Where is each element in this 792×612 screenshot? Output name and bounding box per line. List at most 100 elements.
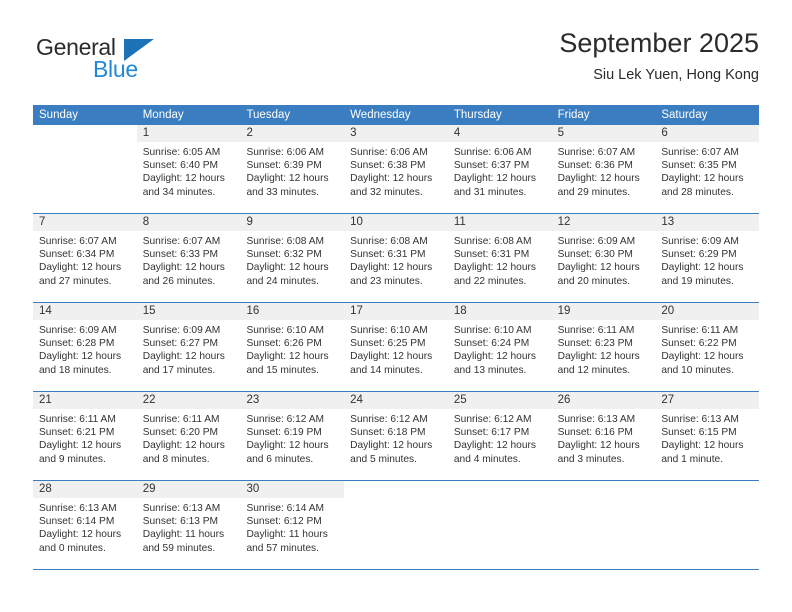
day-sun-info: Sunrise: 6:08 AM Sunset: 6:31 PM Daylight:…: [344, 231, 448, 288]
daylight-text-line2: and 23 minutes.: [350, 275, 423, 287]
day-cell[interactable]: 23 Sunrise: 6:12 AM Sunset: 6:19 PM Dayligh…: [240, 392, 345, 480]
day-cell[interactable]: 11 Sunrise: 6:08 AM Sunset: 6:31 PM Dayligh…: [447, 214, 552, 302]
daylight-text-line2: and 14 minutes.: [350, 364, 423, 376]
sunrise-text: Sunrise: 6:05 AM: [142, 147, 221, 158]
day-cell[interactable]: 14 Sunrise: 6:09 AM Sunset: 6:28 PM Dayligh…: [33, 303, 137, 391]
day-number: 27: [655, 392, 760, 409]
sunset-text: Sunset: 6:12 PM: [246, 516, 322, 528]
day-sun-info: Sunrise: 6:09 AM Sunset: 6:29 PM Daylight:…: [655, 231, 759, 288]
day-number: 7: [33, 214, 137, 231]
day-cell[interactable]: 4 Sunrise: 6:06 AM Sunset: 6:37 PM Daylight…: [447, 125, 552, 213]
daylight-text-line1: Daylight: 12 hours: [246, 440, 329, 452]
sunset-text: Sunset: 6:20 PM: [142, 427, 219, 439]
day-number: 5: [551, 125, 656, 142]
calendar-weeks: 1 Sunrise: 6:05 AM Sunset: 6:40 PM Daylight…: [33, 125, 760, 570]
day-cell[interactable]: 24 Sunrise: 6:12 AM Sunset: 6:18 PM Dayligh…: [344, 392, 448, 480]
sunrise-text: Sunrise: 6:09 AM: [39, 325, 117, 336]
day-cell[interactable]: 6 Sunrise: 6:07 AM Sunset: 6:35 PM Daylight…: [655, 125, 760, 213]
day-number: 16: [240, 303, 345, 320]
sunset-text: Sunset: 6:17 PM: [453, 427, 530, 439]
sunrise-text: Sunrise: 6:08 AM: [453, 236, 532, 247]
day-cell-empty: [33, 125, 137, 213]
sunset-text: Sunset: 6:40 PM: [142, 160, 219, 172]
day-number: [33, 125, 137, 142]
sunset-text: Sunset: 6:15 PM: [661, 427, 737, 439]
day-cell[interactable]: 26 Sunrise: 6:13 AM Sunset: 6:16 PM Dayligh…: [551, 392, 656, 480]
sunrise-text: Sunrise: 6:13 AM: [557, 414, 636, 425]
day-sun-info: Sunrise: 6:13 AM Sunset: 6:15 PM Daylight:…: [655, 409, 759, 466]
day-cell[interactable]: 27 Sunrise: 6:13 AM Sunset: 6:15 PM Dayligh…: [655, 392, 760, 480]
sunset-text: Sunset: 6:29 PM: [661, 249, 737, 261]
sunset-text: Sunset: 6:30 PM: [557, 249, 633, 261]
day-cell[interactable]: 9 Sunrise: 6:08 AM Sunset: 6:32 PM Daylight…: [240, 214, 345, 302]
daylight-text-line2: and 5 minutes.: [350, 453, 417, 465]
sunrise-text: Sunrise: 6:14 AM: [246, 503, 325, 514]
day-cell[interactable]: 2 Sunrise: 6:06 AM Sunset: 6:39 PM Daylight…: [240, 125, 345, 213]
day-cell[interactable]: 17 Sunrise: 6:10 AM Sunset: 6:25 PM Dayligh…: [344, 303, 448, 391]
day-cell[interactable]: 20 Sunrise: 6:11 AM Sunset: 6:22 PM Dayligh…: [655, 303, 760, 391]
daylight-text-line2: and 1 minute.: [661, 453, 724, 465]
day-cell[interactable]: 22 Sunrise: 6:11 AM Sunset: 6:20 PM Dayligh…: [136, 392, 241, 480]
daylight-text-line1: Daylight: 12 hours: [661, 440, 744, 452]
weekday-header-row: Sunday Monday Tuesday Wednesday Thursday Frid…: [33, 105, 759, 125]
page-title: September 2025: [559, 28, 759, 58]
day-sun-info: Sunrise: 6:07 AM Sunset: 6:36 PM Daylight:…: [552, 142, 656, 199]
day-cell[interactable]: 16 Sunrise: 6:10 AM Sunset: 6:26 PM Dayligh…: [240, 303, 345, 391]
day-number: [344, 481, 448, 498]
day-cell[interactable]: 12 Sunrise: 6:09 AM Sunset: 6:30 PM Dayligh…: [551, 214, 656, 302]
sunset-text: Sunset: 6:23 PM: [557, 338, 633, 350]
day-number: 28: [33, 481, 137, 498]
day-number: 10: [344, 214, 448, 231]
sunrise-text: Sunrise: 6:07 AM: [557, 147, 636, 158]
daylight-text-line1: Daylight: 12 hours: [142, 351, 225, 363]
daylight-text-line1: Daylight: 12 hours: [39, 440, 122, 452]
day-cell[interactable]: 25 Sunrise: 6:12 AM Sunset: 6:17 PM Dayligh…: [447, 392, 552, 480]
daylight-text-line1: Daylight: 12 hours: [557, 440, 640, 452]
sunset-text: Sunset: 6:38 PM: [350, 160, 426, 172]
day-cell[interactable]: 8 Sunrise: 6:07 AM Sunset: 6:33 PM Daylight…: [136, 214, 241, 302]
sunset-text: Sunset: 6:26 PM: [246, 338, 322, 350]
day-cell[interactable]: 10 Sunrise: 6:08 AM Sunset: 6:31 PM Dayligh…: [344, 214, 448, 302]
day-sun-info: Sunrise: 6:06 AM Sunset: 6:38 PM Daylight:…: [344, 142, 448, 199]
day-sun-info: Sunrise: 6:07 AM Sunset: 6:35 PM Daylight:…: [655, 142, 759, 199]
daylight-text-line1: Daylight: 12 hours: [453, 440, 536, 452]
day-number: 24: [344, 392, 448, 409]
day-number: 4: [447, 125, 552, 142]
day-sun-info: Sunrise: 6:07 AM Sunset: 6:33 PM Daylight:…: [137, 231, 241, 288]
daylight-text-line2: and 9 minutes.: [39, 453, 106, 465]
day-number: 19: [551, 303, 656, 320]
day-cell-empty: [344, 481, 448, 569]
day-cell[interactable]: 21 Sunrise: 6:11 AM Sunset: 6:21 PM Dayligh…: [33, 392, 137, 480]
day-cell[interactable]: 15 Sunrise: 6:09 AM Sunset: 6:27 PM Dayligh…: [136, 303, 241, 391]
daylight-text-line1: Daylight: 12 hours: [142, 440, 225, 452]
daylight-text-line2: and 20 minutes.: [557, 275, 631, 287]
day-cell[interactable]: 18 Sunrise: 6:10 AM Sunset: 6:24 PM Dayligh…: [447, 303, 552, 391]
calendar-week-row: 7 Sunrise: 6:07 AM Sunset: 6:34 PM Daylight…: [33, 214, 760, 303]
sunset-text: Sunset: 6:21 PM: [39, 427, 115, 439]
day-sun-info: Sunrise: 6:09 AM Sunset: 6:27 PM Daylight:…: [137, 320, 241, 377]
day-number: 3: [344, 125, 448, 142]
title-block: September 2025 Siu Lek Yuen, Hong Kong: [559, 26, 759, 86]
sunset-text: Sunset: 6:37 PM: [453, 160, 530, 172]
day-cell[interactable]: 3 Sunrise: 6:06 AM Sunset: 6:38 PM Daylight…: [344, 125, 448, 213]
sunset-text: Sunset: 6:16 PM: [557, 427, 633, 439]
day-sun-info: Sunrise: 6:09 AM Sunset: 6:28 PM Daylight:…: [33, 320, 137, 377]
sunset-text: Sunset: 6:19 PM: [246, 427, 322, 439]
daylight-text-line1: Daylight: 12 hours: [661, 351, 744, 363]
day-cell[interactable]: 19 Sunrise: 6:11 AM Sunset: 6:23 PM Dayligh…: [551, 303, 656, 391]
sunset-text: Sunset: 6:34 PM: [39, 249, 115, 261]
day-number: 14: [33, 303, 137, 320]
day-cell[interactable]: 7 Sunrise: 6:07 AM Sunset: 6:34 PM Daylight…: [33, 214, 137, 302]
day-cell[interactable]: 1 Sunrise: 6:05 AM Sunset: 6:40 PM Daylight…: [136, 125, 241, 213]
weekday-header-saturday: Saturday: [661, 109, 708, 121]
day-cell[interactable]: 30 Sunrise: 6:14 AM Sunset: 6:12 PM Dayligh…: [240, 481, 345, 569]
day-cell[interactable]: 28 Sunrise: 6:13 AM Sunset: 6:14 PM Dayligh…: [33, 481, 137, 569]
logo-text-blue: Blue: [93, 56, 138, 82]
sunset-text: Sunset: 6:31 PM: [350, 249, 426, 261]
daylight-text-line1: Daylight: 12 hours: [246, 173, 329, 185]
day-cell[interactable]: 5 Sunrise: 6:07 AM Sunset: 6:36 PM Daylight…: [551, 125, 656, 213]
sunrise-text: Sunrise: 6:06 AM: [453, 147, 532, 158]
weekday-header-monday: Monday: [142, 109, 184, 121]
day-cell[interactable]: 29 Sunrise: 6:13 AM Sunset: 6:13 PM Dayligh…: [136, 481, 241, 569]
day-cell[interactable]: 13 Sunrise: 6:09 AM Sunset: 6:29 PM Dayligh…: [655, 214, 760, 302]
